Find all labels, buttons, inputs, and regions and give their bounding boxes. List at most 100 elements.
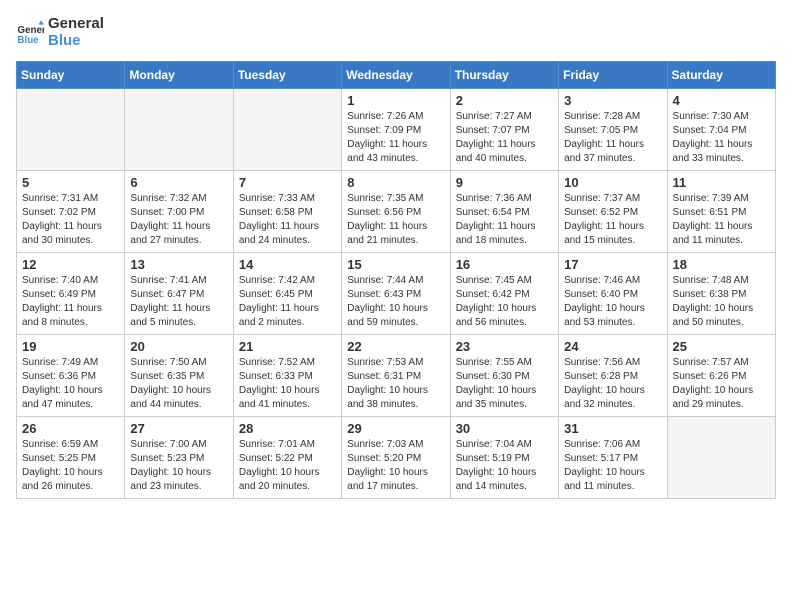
day-number: 14 bbox=[239, 257, 336, 272]
day-header-wednesday: Wednesday bbox=[342, 62, 450, 89]
day-info: Sunrise: 7:28 AM Sunset: 7:05 PM Dayligh… bbox=[564, 110, 661, 166]
calendar-cell: 30 Sunrise: 7:04 AM Sunset: 5:19 PM Dayli… bbox=[450, 417, 558, 499]
calendar-cell bbox=[233, 89, 341, 171]
day-info: Sunrise: 7:40 AM Sunset: 6:49 PM Dayligh… bbox=[22, 274, 119, 330]
day-info: Sunrise: 7:50 AM Sunset: 6:35 PM Dayligh… bbox=[130, 356, 227, 412]
day-number: 7 bbox=[239, 175, 336, 190]
day-info: Sunrise: 7:53 AM Sunset: 6:31 PM Dayligh… bbox=[347, 356, 444, 412]
day-number: 11 bbox=[673, 175, 770, 190]
day-number: 1 bbox=[347, 93, 444, 108]
day-info: Sunrise: 7:04 AM Sunset: 5:19 PM Dayligh… bbox=[456, 438, 553, 494]
calendar-cell: 25 Sunrise: 7:57 AM Sunset: 6:26 PM Dayli… bbox=[667, 335, 775, 417]
day-number: 22 bbox=[347, 339, 444, 354]
calendar-cell: 20Sunrise: 7:50 AM Sunset: 6:35 PM Dayli… bbox=[125, 335, 233, 417]
calendar-cell: 31Sunrise: 7:06 AM Sunset: 5:17 PM Dayli… bbox=[559, 417, 667, 499]
calendar-cell bbox=[17, 89, 125, 171]
calendar-cell: 12 Sunrise: 7:40 AM Sunset: 6:49 PM Dayli… bbox=[17, 253, 125, 335]
calendar-cell: 7 Sunrise: 7:33 AM Sunset: 6:58 PM Daylig… bbox=[233, 171, 341, 253]
calendar-cell: 4Sunrise: 7:30 AM Sunset: 7:04 PM Daylig… bbox=[667, 89, 775, 171]
day-info: Sunrise: 7:03 AM Sunset: 5:20 PM Dayligh… bbox=[347, 438, 444, 494]
day-number: 3 bbox=[564, 93, 661, 108]
day-info: Sunrise: 7:55 AM Sunset: 6:30 PM Dayligh… bbox=[456, 356, 553, 412]
day-number: 25 bbox=[673, 339, 770, 354]
day-info: Sunrise: 7:56 AM Sunset: 6:28 PM Dayligh… bbox=[564, 356, 661, 412]
day-header-friday: Friday bbox=[559, 62, 667, 89]
day-info: Sunrise: 7:32 AM Sunset: 7:00 PM Dayligh… bbox=[130, 192, 227, 248]
day-number: 19 bbox=[22, 339, 119, 354]
calendar-cell: 22 Sunrise: 7:53 AM Sunset: 6:31 PM Dayli… bbox=[342, 335, 450, 417]
day-header-sunday: Sunday bbox=[17, 62, 125, 89]
calendar-cell: 24 Sunrise: 7:56 AM Sunset: 6:28 PM Dayli… bbox=[559, 335, 667, 417]
day-number: 9 bbox=[456, 175, 553, 190]
day-number: 2 bbox=[456, 93, 553, 108]
calendar-cell: 17 Sunrise: 7:46 AM Sunset: 6:40 PM Dayli… bbox=[559, 253, 667, 335]
day-number: 29 bbox=[347, 421, 444, 436]
day-header-tuesday: Tuesday bbox=[233, 62, 341, 89]
calendar-week-2: 5 Sunrise: 7:31 AM Sunset: 7:02 PM Daylig… bbox=[17, 171, 776, 253]
calendar-cell: 5 Sunrise: 7:31 AM Sunset: 7:02 PM Daylig… bbox=[17, 171, 125, 253]
day-number: 5 bbox=[22, 175, 119, 190]
day-info: Sunrise: 7:37 AM Sunset: 6:52 PM Dayligh… bbox=[564, 192, 661, 248]
day-info: Sunrise: 7:52 AM Sunset: 6:33 PM Dayligh… bbox=[239, 356, 336, 412]
day-number: 28 bbox=[239, 421, 336, 436]
logo-general: General bbox=[48, 16, 104, 33]
day-info: Sunrise: 7:35 AM Sunset: 6:56 PM Dayligh… bbox=[347, 192, 444, 248]
day-number: 12 bbox=[22, 257, 119, 272]
day-header-thursday: Thursday bbox=[450, 62, 558, 89]
calendar-cell: 21 Sunrise: 7:52 AM Sunset: 6:33 PM Dayli… bbox=[233, 335, 341, 417]
day-info: Sunrise: 7:41 AM Sunset: 6:47 PM Dayligh… bbox=[130, 274, 227, 330]
day-number: 4 bbox=[673, 93, 770, 108]
day-header-saturday: Saturday bbox=[667, 62, 775, 89]
calendar-cell: 29 Sunrise: 7:03 AM Sunset: 5:20 PM Dayli… bbox=[342, 417, 450, 499]
calendar-table: SundayMondayTuesdayWednesdayThursdayFrid… bbox=[16, 61, 776, 499]
day-info: Sunrise: 7:46 AM Sunset: 6:40 PM Dayligh… bbox=[564, 274, 661, 330]
day-number: 10 bbox=[564, 175, 661, 190]
calendar-week-4: 19 Sunrise: 7:49 AM Sunset: 6:36 PM Dayli… bbox=[17, 335, 776, 417]
calendar-week-1: 1 Sunrise: 7:26 AM Sunset: 7:09 PM Daylig… bbox=[17, 89, 776, 171]
day-info: Sunrise: 7:36 AM Sunset: 6:54 PM Dayligh… bbox=[456, 192, 553, 248]
calendar-cell: 19 Sunrise: 7:49 AM Sunset: 6:36 PM Dayli… bbox=[17, 335, 125, 417]
day-number: 26 bbox=[22, 421, 119, 436]
calendar-cell: 13 Sunrise: 7:41 AM Sunset: 6:47 PM Dayli… bbox=[125, 253, 233, 335]
calendar-header-row: SundayMondayTuesdayWednesdayThursdayFrid… bbox=[17, 62, 776, 89]
day-info: Sunrise: 7:44 AM Sunset: 6:43 PM Dayligh… bbox=[347, 274, 444, 330]
calendar-cell: 6 Sunrise: 7:32 AM Sunset: 7:00 PM Daylig… bbox=[125, 171, 233, 253]
day-header-monday: Monday bbox=[125, 62, 233, 89]
day-info: Sunrise: 7:39 AM Sunset: 6:51 PM Dayligh… bbox=[673, 192, 770, 248]
day-number: 21 bbox=[239, 339, 336, 354]
calendar-cell: 14 Sunrise: 7:42 AM Sunset: 6:45 PM Dayli… bbox=[233, 253, 341, 335]
calendar-cell: 8 Sunrise: 7:35 AM Sunset: 6:56 PM Daylig… bbox=[342, 171, 450, 253]
day-number: 31 bbox=[564, 421, 661, 436]
calendar-cell: 26Sunrise: 6:59 AM Sunset: 5:25 PM Dayli… bbox=[17, 417, 125, 499]
day-info: Sunrise: 7:57 AM Sunset: 6:26 PM Dayligh… bbox=[673, 356, 770, 412]
day-number: 13 bbox=[130, 257, 227, 272]
logo-blue: Blue bbox=[48, 33, 104, 50]
day-info: Sunrise: 7:33 AM Sunset: 6:58 PM Dayligh… bbox=[239, 192, 336, 248]
calendar-cell: 3 Sunrise: 7:28 AM Sunset: 7:05 PM Daylig… bbox=[559, 89, 667, 171]
calendar-cell: 10 Sunrise: 7:37 AM Sunset: 6:52 PM Dayli… bbox=[559, 171, 667, 253]
day-info: Sunrise: 7:26 AM Sunset: 7:09 PM Dayligh… bbox=[347, 110, 444, 166]
day-info: Sunrise: 7:42 AM Sunset: 6:45 PM Dayligh… bbox=[239, 274, 336, 330]
calendar-cell bbox=[125, 89, 233, 171]
calendar-week-3: 12 Sunrise: 7:40 AM Sunset: 6:49 PM Dayli… bbox=[17, 253, 776, 335]
day-number: 6 bbox=[130, 175, 227, 190]
svg-text:Blue: Blue bbox=[17, 34, 39, 45]
calendar-cell: 1 Sunrise: 7:26 AM Sunset: 7:09 PM Daylig… bbox=[342, 89, 450, 171]
day-number: 16 bbox=[456, 257, 553, 272]
calendar-cell: 16Sunrise: 7:45 AM Sunset: 6:42 PM Dayli… bbox=[450, 253, 558, 335]
calendar-cell: 2 Sunrise: 7:27 AM Sunset: 7:07 PM Daylig… bbox=[450, 89, 558, 171]
day-number: 17 bbox=[564, 257, 661, 272]
calendar-cell: 15 Sunrise: 7:44 AM Sunset: 6:43 PM Dayli… bbox=[342, 253, 450, 335]
day-number: 15 bbox=[347, 257, 444, 272]
day-info: Sunrise: 7:27 AM Sunset: 7:07 PM Dayligh… bbox=[456, 110, 553, 166]
calendar-cell bbox=[667, 417, 775, 499]
day-number: 18 bbox=[673, 257, 770, 272]
day-info: Sunrise: 7:48 AM Sunset: 6:38 PM Dayligh… bbox=[673, 274, 770, 330]
day-info: Sunrise: 7:49 AM Sunset: 6:36 PM Dayligh… bbox=[22, 356, 119, 412]
day-number: 30 bbox=[456, 421, 553, 436]
day-number: 24 bbox=[564, 339, 661, 354]
day-info: Sunrise: 7:31 AM Sunset: 7:02 PM Dayligh… bbox=[22, 192, 119, 248]
calendar-cell: 23Sunrise: 7:55 AM Sunset: 6:30 PM Dayli… bbox=[450, 335, 558, 417]
day-number: 8 bbox=[347, 175, 444, 190]
calendar-cell: 18 Sunrise: 7:48 AM Sunset: 6:38 PM Dayli… bbox=[667, 253, 775, 335]
